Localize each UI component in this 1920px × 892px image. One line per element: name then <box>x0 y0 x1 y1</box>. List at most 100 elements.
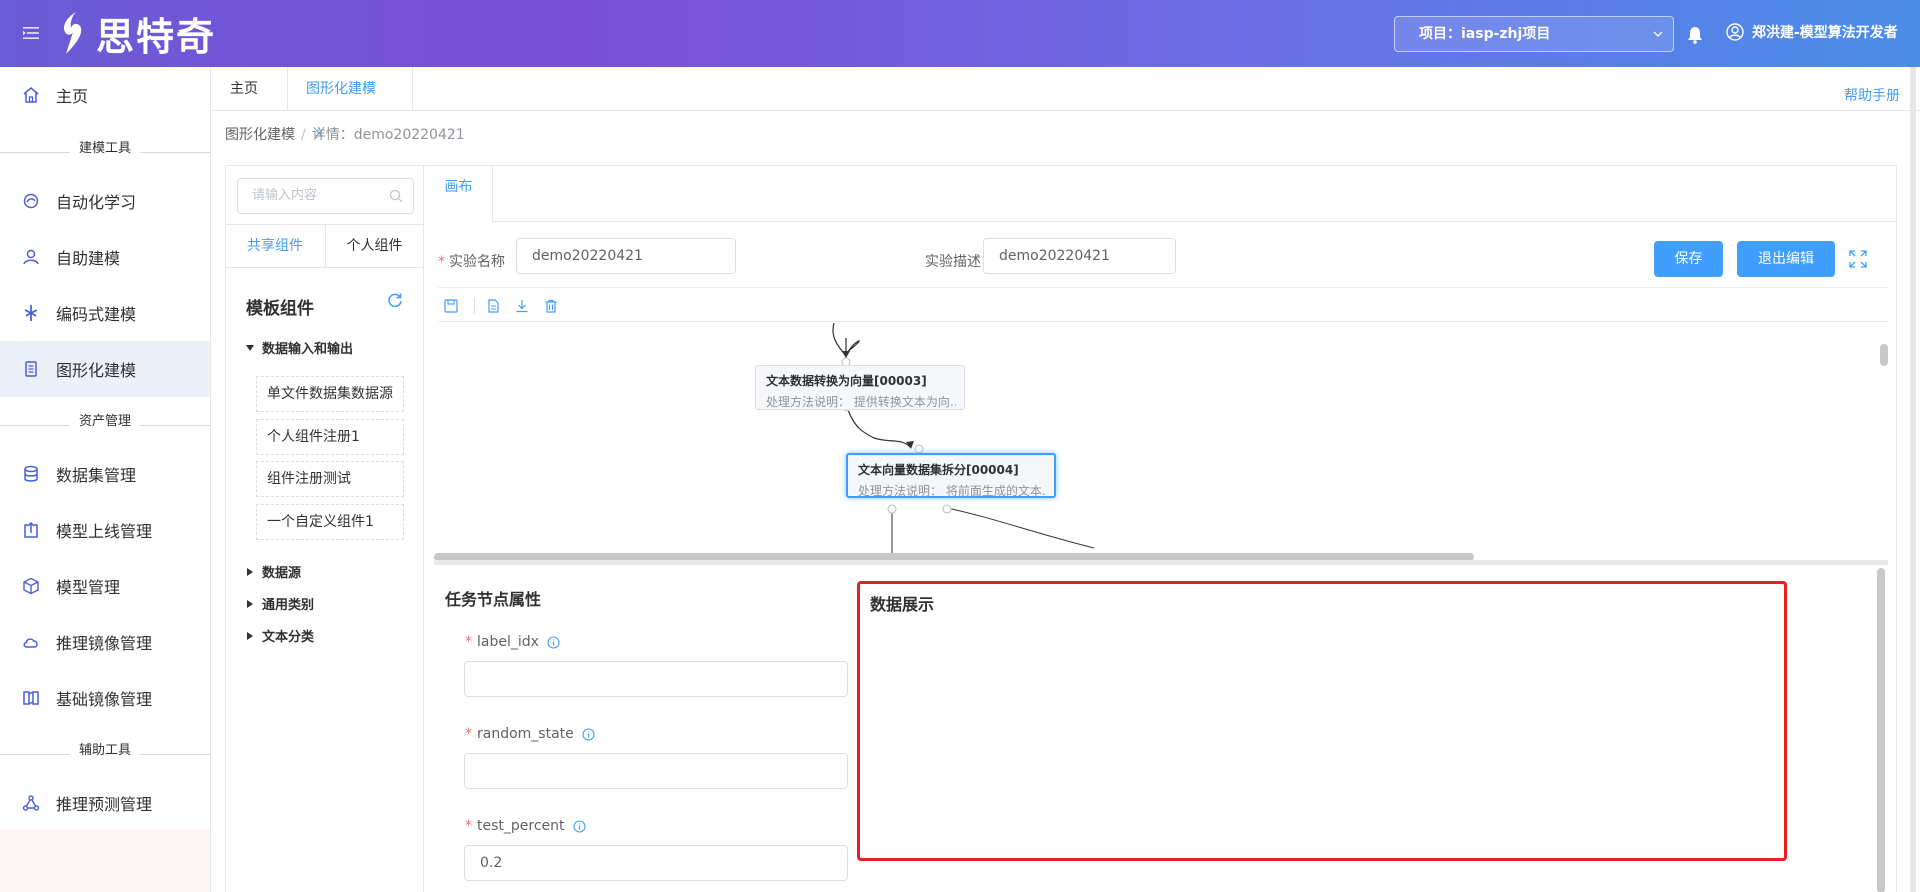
sidebar-item-label: 模型管理 <box>56 578 121 597</box>
canvas-toolbar <box>438 289 1888 322</box>
tab-home[interactable]: 主页 <box>212 67 288 111</box>
sidebar-item-label: 编码式建模 <box>56 305 137 324</box>
field-label-test-percent: * test_percent <box>465 818 586 834</box>
help-manual-link[interactable]: 帮助手册 <box>1844 85 1900 105</box>
sidebar-item-home[interactable]: 主页 <box>0 67 210 123</box>
search-placeholder: 请输入内容 <box>252 188 318 203</box>
nav-group-modeling: 建模工具 <box>0 135 210 156</box>
flow-node-selected[interactable]: 文本向量数据集拆分[00004] 处理方法说明： 将前面生成的文本… <box>846 453 1056 498</box>
save-icon[interactable] <box>444 299 458 313</box>
exp-desc-label: 实验描述 <box>925 254 981 270</box>
panel-divider[interactable] <box>434 560 1888 565</box>
exp-name-label: * 实验名称 <box>438 254 505 270</box>
project-select-value: 项目：iasp-zhj项目 <box>1419 26 1551 42</box>
test-percent-input[interactable]: 0.2 <box>464 845 848 881</box>
tree-node-io[interactable]: 数据输入和输出 <box>246 338 353 357</box>
network-icon <box>22 795 40 811</box>
logo-lightning-icon <box>64 12 82 54</box>
fullscreen-icon[interactable] <box>1849 250 1867 268</box>
delete-icon[interactable] <box>544 299 558 313</box>
chevron-down-icon <box>1653 31 1663 37</box>
book-icon <box>23 691 39 705</box>
breadcrumb-root[interactable]: 图形化建模 <box>225 127 295 143</box>
user-menu[interactable]: 郑洪建-模型算法开发者 <box>1726 22 1898 42</box>
sidebar-item-dataset[interactable]: 数据集管理 <box>0 446 210 502</box>
tree-node-text-classify[interactable]: 文本分类 <box>246 626 314 645</box>
flow-node-title: 文本数据转换为向量[00003] <box>766 374 927 388</box>
download-icon[interactable] <box>515 299 529 313</box>
field-label-label-idx: * label_idx <box>465 634 560 650</box>
sidebar-item-automl[interactable]: 自动化学习 <box>0 173 210 229</box>
info-icon[interactable] <box>582 727 595 741</box>
cube-icon <box>23 577 39 595</box>
component-item[interactable]: 单文件数据集数据源 <box>256 376 404 412</box>
component-tabs: 共享组件 个人组件 <box>226 224 423 268</box>
component-item[interactable]: 组件注册测试 <box>256 461 404 497</box>
save-button[interactable]: 保存 <box>1654 241 1723 277</box>
caret-right-icon <box>247 567 253 576</box>
sidebar-item-label: 数据集管理 <box>56 466 137 485</box>
node-properties-title: 任务节点属性 <box>445 590 542 609</box>
sidebar-item-graph-modeling[interactable]: 图形化建模 <box>0 341 210 397</box>
exp-name-label-text: 实验名称 <box>449 254 505 270</box>
sidebar-item-inference-image[interactable]: 推理镜像管理 <box>0 614 210 670</box>
properties-vertical-scrollbar[interactable] <box>1877 568 1885 892</box>
flow-node[interactable]: 文本数据转换为向量[00003] 处理方法说明： 提供转换文本为向… <box>755 365 965 410</box>
tab-personal-components[interactable]: 个人组件 <box>325 225 423 268</box>
database-icon <box>24 465 38 482</box>
cloud-icon <box>23 638 38 648</box>
flow-edges <box>832 323 1095 558</box>
field-label-random-state: * random_state <box>465 726 595 742</box>
data-display-title: 数据展示 <box>870 595 935 614</box>
random-state-input[interactable] <box>464 753 848 789</box>
exp-desc-textarea[interactable]: demo20220421 <box>983 238 1176 274</box>
sidebar-item-label: 主页 <box>56 87 89 106</box>
tab-shared-components[interactable]: 共享组件 <box>226 225 324 268</box>
self-modeling-icon <box>23 249 39 265</box>
sidebar-item-model-manage[interactable]: 模型管理 <box>0 558 210 614</box>
tab-graph-modeling[interactable]: 图形化建模× <box>288 67 413 140</box>
user-name: 郑洪建-模型算法开发者 <box>1752 25 1898 41</box>
tab-underline <box>493 221 1897 222</box>
breadcrumb-separator: / <box>301 127 306 143</box>
sidebar-item-model-deploy[interactable]: 模型上线管理 <box>0 502 210 558</box>
info-icon[interactable] <box>547 635 560 649</box>
tree-node-label: 通用类别 <box>262 598 315 613</box>
sidebar-item-label: 自动化学习 <box>56 193 137 212</box>
flow-node-desc: 处理方法说明： 将前面生成的文本… <box>858 484 1046 498</box>
tree-node-label: 文本分类 <box>262 630 315 645</box>
info-icon[interactable] <box>572 819 586 833</box>
code-modeling-icon <box>24 305 38 321</box>
page-vertical-scrollbar[interactable] <box>1910 67 1916 892</box>
file-icon[interactable] <box>486 299 500 313</box>
tab-label: 主页 <box>230 81 258 97</box>
sidebar-item-self-modeling[interactable]: 自助建模 <box>0 229 210 285</box>
tree-node-general[interactable]: 通用类别 <box>246 594 314 613</box>
logo-text: 思特奇 <box>96 14 217 59</box>
exp-name-input[interactable]: demo20220421 <box>516 238 736 274</box>
flow-canvas[interactable]: 文本数据转换为向量[00003] 处理方法说明： 提供转换文本为向… 文本向量数… <box>434 323 1888 558</box>
tab-canvas[interactable]: 画布 <box>425 166 493 222</box>
sidebar-item-base-image[interactable]: 基础镜像管理 <box>0 670 210 726</box>
component-item[interactable]: 一个自定义组件1 <box>256 504 404 540</box>
sidebar-item-inference-predict[interactable]: 推理预测管理 <box>0 775 210 831</box>
sidebar-item-label: 自助建模 <box>56 249 121 268</box>
sidebar-footer <box>0 829 210 892</box>
tree-node-datasource[interactable]: 数据源 <box>246 562 301 581</box>
nav-group-label: 辅助工具 <box>78 743 131 758</box>
tab-label: 图形化建模 <box>306 81 376 97</box>
component-item[interactable]: 个人组件注册1 <box>256 419 404 455</box>
bell-icon[interactable] <box>1687 26 1703 44</box>
menu-toggle-icon[interactable] <box>22 24 40 42</box>
project-select[interactable]: 项目：iasp-zhj项目 <box>1394 16 1674 52</box>
label-idx-input[interactable] <box>464 661 848 697</box>
nav-group-aux: 辅助工具 <box>0 737 210 758</box>
search-icon <box>389 189 403 203</box>
refresh-icon[interactable] <box>387 292 403 308</box>
flow-node-desc: 处理方法说明： 提供转换文本为向… <box>766 395 956 409</box>
canvas-vertical-scrollbar[interactable] <box>1880 344 1888 366</box>
exit-edit-button[interactable]: 退出编辑 <box>1737 241 1835 277</box>
top-header: 思特奇 项目：iasp-zhj项目 郑洪建-模型算法开发者 <box>0 0 1920 67</box>
sidebar-item-code-modeling[interactable]: 编码式建模 <box>0 285 210 341</box>
component-search-input[interactable]: 请输入内容 <box>237 178 414 214</box>
